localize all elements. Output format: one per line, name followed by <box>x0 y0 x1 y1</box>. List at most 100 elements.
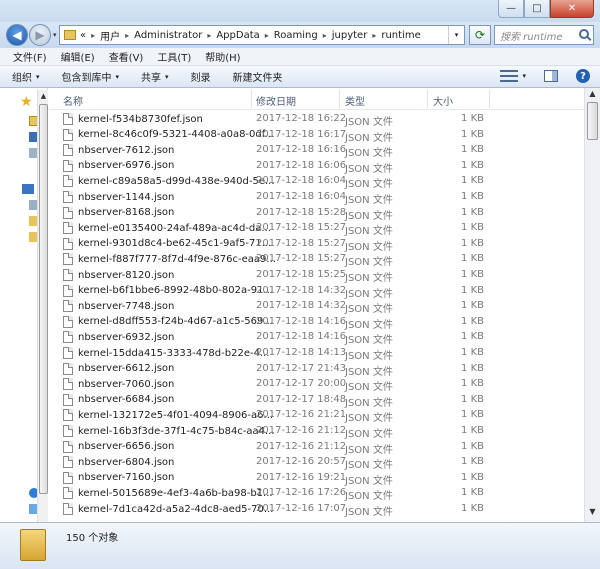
breadcrumb-item[interactable]: 用户 <box>100 28 120 43</box>
scroll-down-arrow[interactable]: ▼ <box>585 507 600 521</box>
file-name: nbserver-6656.json <box>78 441 175 453</box>
breadcrumb-separator[interactable]: ▸ <box>265 31 269 40</box>
scroll-up-arrow[interactable]: ▲ <box>39 92 48 100</box>
recent-pages-dropdown[interactable]: ▾ <box>53 31 57 39</box>
file-row[interactable]: nbserver-7060.json 2017-12-17 20:00 JSON 文… <box>49 377 600 393</box>
maximize-button[interactable]: □ <box>524 0 550 18</box>
file-row[interactable]: kernel-e0135400-24af-489a-ac4d-da... 2017… <box>49 221 600 237</box>
file-row[interactable]: nbserver-1144.json 2017-12-18 16:04 JSON 文… <box>49 190 600 206</box>
menu-item[interactable]: 帮助(H) <box>198 49 247 64</box>
file-row[interactable]: nbserver-6804.json 2017-12-16 20:57 JSON 文… <box>49 455 600 471</box>
file-date: 2017-12-16 21:12 <box>256 425 347 436</box>
breadcrumb-separator[interactable]: ▸ <box>91 31 95 40</box>
file-type: JSON 文件 <box>345 475 393 487</box>
favorites-star-icon[interactable]: ★ <box>20 95 33 109</box>
refresh-button[interactable]: ⟳ <box>469 25 491 45</box>
file-type: JSON 文件 <box>345 335 393 347</box>
menu-item[interactable]: 编辑(E) <box>54 49 102 64</box>
scroll-up-arrow[interactable]: ▲ <box>585 89 600 103</box>
toolbar-button[interactable]: 刻录 <box>191 69 211 84</box>
toolbar-button[interactable]: 包含到库中 ▾ <box>62 69 120 85</box>
file-icon <box>63 144 73 157</box>
scrollbar-thumb[interactable] <box>587 102 598 140</box>
file-row[interactable]: kernel-5015689e-4ef3-4a6b-ba98-b1... 2017… <box>49 486 600 502</box>
breadcrumb-item[interactable]: jupyter <box>332 30 368 41</box>
file-row[interactable]: kernel-9301d8c4-be62-45c1-9af5-71... 2017… <box>49 237 600 253</box>
file-row[interactable]: nbserver-6656.json 2017-12-16 21:12 JSON 文… <box>49 440 600 456</box>
menu-item[interactable]: 查看(V) <box>102 49 151 64</box>
toolbar-button[interactable]: 新建文件夹 <box>233 69 283 84</box>
breadcrumb-separator[interactable]: ▸ <box>372 31 376 40</box>
toolbar-button-label: 新建文件夹 <box>232 73 283 84</box>
breadcrumb-separator[interactable]: ▸ <box>323 31 327 40</box>
file-row[interactable]: nbserver-6976.json 2017-12-18 16:06 JSON 文… <box>49 159 600 175</box>
file-name-cell: nbserver-6656.json <box>63 440 175 453</box>
column-divider[interactable] <box>339 90 340 108</box>
file-row[interactable]: kernel-15dda415-3333-478d-b22e-4... 2017-… <box>49 346 600 362</box>
file-row[interactable]: kernel-c89a58a5-d99d-438e-940d-5e... 2017… <box>49 174 600 190</box>
file-date: 2017-12-18 14:13 <box>256 347 347 358</box>
file-row[interactable]: nbserver-6684.json 2017-12-17 18:48 JSON 文… <box>49 393 600 409</box>
file-name: kernel-f534b8730fef.json <box>78 113 203 125</box>
breadcrumb-item[interactable]: AppData <box>216 30 259 41</box>
file-row[interactable]: nbserver-7612.json 2017-12-18 16:16 JSON 文… <box>49 143 600 159</box>
breadcrumb-separator[interactable]: ▸ <box>125 31 129 40</box>
search-icon[interactable] <box>579 29 589 39</box>
caption-buttons: — □ ✕ <box>498 0 594 18</box>
file-row[interactable]: kernel-16b3f3de-37f1-4c75-b84c-aa4... 201… <box>49 424 600 440</box>
file-row[interactable]: nbserver-8168.json 2017-12-18 15:28 JSON 文… <box>49 206 600 222</box>
file-size: 1 KB <box>461 440 484 452</box>
minimize-button[interactable]: — <box>498 0 524 18</box>
file-row[interactable]: kernel-f887f777-8f7d-4f9e-876c-eaa9... 20… <box>49 252 600 268</box>
breadcrumb-item[interactable]: Administrator <box>134 30 202 41</box>
breadcrumb-item[interactable]: « <box>80 30 86 41</box>
back-button[interactable]: ◀ <box>6 24 28 46</box>
help-icon[interactable]: ? <box>576 69 590 83</box>
column-header-name[interactable]: 名称 <box>63 93 83 108</box>
file-date: 2017-12-16 17:07 <box>256 503 347 514</box>
preview-pane-icon[interactable] <box>544 70 558 82</box>
file-row[interactable]: nbserver-7748.json 2017-12-18 14:32 JSON 文… <box>49 299 600 315</box>
column-header-date[interactable]: 修改日期 <box>256 93 296 108</box>
toolbar-button[interactable]: 共享 ▾ <box>141 69 169 85</box>
file-row[interactable]: kernel-f534b8730fef.json 2017-12-18 16:22… <box>49 112 600 128</box>
file-list-scrollbar[interactable]: ▲ ▼ <box>584 88 600 522</box>
file-row[interactable]: kernel-132172e5-4f01-4094-8906-a6... 2017… <box>49 408 600 424</box>
toolbar-button[interactable]: 组织 ▾ <box>12 69 40 85</box>
file-icon <box>63 159 73 172</box>
file-row[interactable]: nbserver-7160.json 2017-12-16 19:21 JSON 文… <box>49 471 600 487</box>
column-header-size[interactable]: 大小 <box>433 93 453 108</box>
file-row[interactable]: kernel-8c46c0f9-5321-4408-a0a8-0df... 201… <box>49 128 600 144</box>
close-button[interactable]: ✕ <box>550 0 594 18</box>
menu-item[interactable]: 工具(T) <box>150 49 198 64</box>
column-header-type[interactable]: 类型 <box>345 93 365 108</box>
file-row[interactable]: nbserver-6932.json 2017-12-18 14:16 JSON 文… <box>49 330 600 347</box>
chevron-down-icon: ▾ <box>165 72 169 81</box>
breadcrumb-item[interactable]: runtime <box>381 30 420 41</box>
file-name: nbserver-6684.json <box>78 394 175 406</box>
navigation-pane-scrollbar[interactable]: ▲ <box>37 90 48 522</box>
file-name-cell: kernel-8c46c0f9-5321-4408-a0a8-0df... <box>63 128 274 141</box>
file-row[interactable]: nbserver-8120.json 2017-12-18 15:25 JSON 文… <box>49 268 600 284</box>
file-row[interactable]: nbserver-6612.json 2017-12-17 21:43 JSON 文… <box>49 362 600 378</box>
file-row[interactable]: kernel-d8dff553-f24b-4d67-a1c5-569... 201… <box>49 315 600 331</box>
file-row[interactable]: kernel-b6f1bbe6-8992-48b0-802a-91... 2017… <box>49 284 600 300</box>
change-view-icon[interactable] <box>500 69 519 83</box>
scrollbar-thumb[interactable] <box>39 104 48 494</box>
column-divider[interactable] <box>251 90 252 108</box>
search-input[interactable]: 搜索 runtime <box>494 25 594 45</box>
computer-icon[interactable] <box>22 184 34 194</box>
file-icon <box>63 331 73 344</box>
breadcrumb-item[interactable]: Roaming <box>274 30 318 41</box>
breadcrumb-separator[interactable]: ▸ <box>207 31 211 40</box>
forward-button[interactable]: ▶ <box>29 24 51 46</box>
address-bar[interactable]: « ▸ 用户 ▸ Administrator ▸ AppData ▸ Roaming ▸ jupyt… <box>59 25 465 45</box>
menu-item[interactable]: 文件(F) <box>6 49 54 64</box>
view-options-dropdown[interactable]: ▾ <box>522 72 526 80</box>
column-divider[interactable] <box>489 90 490 108</box>
file-name-cell: nbserver-8120.json <box>63 269 174 281</box>
file-name-cell: nbserver-7748.json <box>63 300 174 313</box>
file-row[interactable]: kernel-7d1ca42d-a5a2-4dc8-aed5-70... 2017… <box>49 502 600 518</box>
address-dropdown-button[interactable]: ▾ <box>448 26 464 44</box>
column-divider[interactable] <box>427 90 428 108</box>
